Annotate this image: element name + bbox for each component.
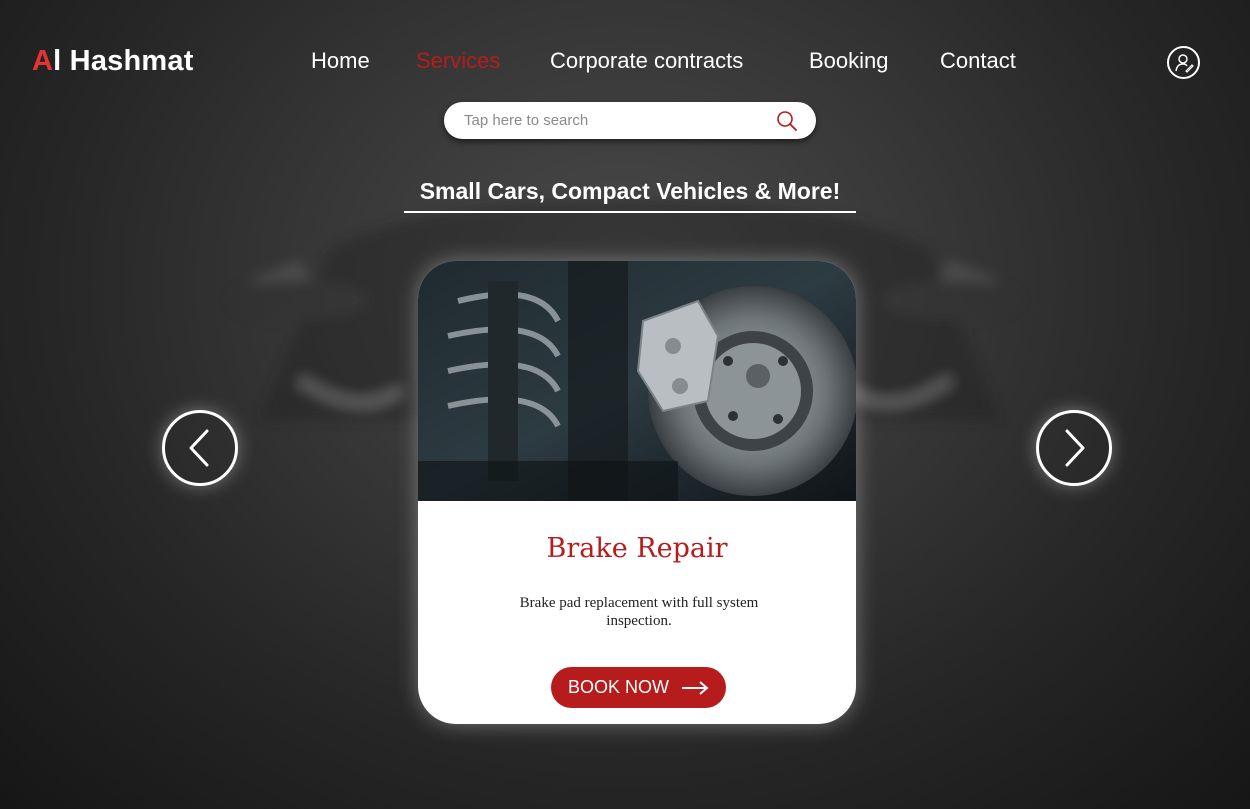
search-button[interactable] xyxy=(776,110,798,132)
chevron-right-icon xyxy=(1065,429,1085,467)
book-now-button[interactable]: BOOK NOW xyxy=(551,667,726,708)
book-now-label: BOOK NOW xyxy=(567,677,669,697)
nav-item-booking[interactable]: Booking xyxy=(809,48,889,74)
search-icon xyxy=(777,111,797,131)
nav-item-contact[interactable]: Contact xyxy=(940,48,1016,74)
chevron-left-icon xyxy=(189,429,209,467)
card-description: Brake pad replacement with full system i… xyxy=(519,595,759,629)
carousel-prev-button[interactable] xyxy=(162,410,238,486)
arrow-right-icon xyxy=(682,680,709,695)
search-bar xyxy=(444,102,816,139)
carousel-next-button[interactable] xyxy=(1036,410,1112,486)
section-heading: Small Cars, Compact Vehicles & More! xyxy=(404,178,856,213)
brake-disc-photo xyxy=(418,261,856,501)
user-icon xyxy=(1174,53,1194,73)
search-input[interactable] xyxy=(464,102,764,139)
nav-item-home[interactable]: Home xyxy=(311,48,370,74)
card-title: Brake Repair xyxy=(546,533,728,564)
nav-item-services[interactable]: Services xyxy=(416,48,500,74)
nav-item-corporate-contracts[interactable]: Corporate contracts xyxy=(550,48,743,74)
user-account-button[interactable] xyxy=(1167,46,1200,79)
service-card: Brake Repair Brake pad replacement with … xyxy=(418,261,856,724)
main-nav: Home Services Corporate contracts Bookin… xyxy=(0,48,1250,78)
